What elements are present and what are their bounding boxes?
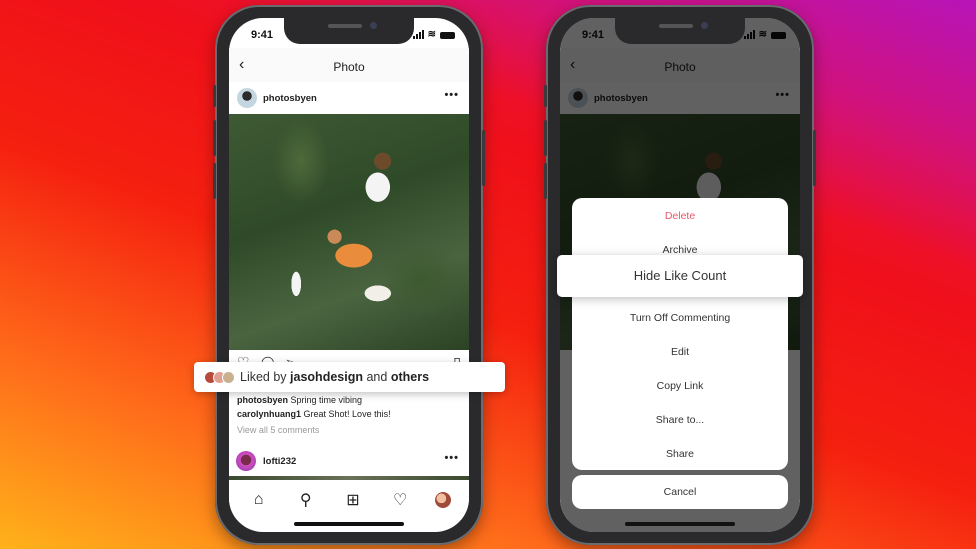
edit-option[interactable]: Edit	[572, 346, 788, 358]
nav-bar: ‹ Photo	[229, 48, 469, 82]
mute-switch	[544, 85, 547, 107]
share-to-option[interactable]: Share to...	[572, 414, 788, 426]
author-username[interactable]: photosbyen	[263, 93, 317, 104]
share-option[interactable]: Share	[572, 448, 788, 460]
activity-heart-icon[interactable]: ♡	[388, 490, 412, 510]
notch	[284, 18, 414, 44]
comment: carolynhuang1 Great Shot! Love this!	[237, 409, 391, 419]
delete-option[interactable]: Delete	[572, 210, 788, 222]
screen: 9:41 ≋ ‹ Photo photosbyen ••• ♡ ◯ ➢ ▯ ph…	[229, 18, 469, 532]
status-time: 9:41	[251, 29, 274, 41]
post-header: photosbyen •••	[229, 82, 469, 114]
liked-by-prefix: Liked by	[240, 370, 287, 384]
volume-up-button	[213, 120, 216, 156]
post-photo[interactable]	[229, 114, 469, 350]
copy-link-option[interactable]: Copy Link	[572, 380, 788, 392]
liked-by-avatars	[204, 370, 235, 384]
phone-left: 9:41 ≋ ‹ Photo photosbyen ••• ♡ ◯ ➢ ▯ ph…	[213, 5, 485, 545]
page-title: Photo	[333, 60, 365, 74]
next-post-header: lofti232 •••	[229, 446, 469, 476]
next-post-username[interactable]: lofti232	[263, 456, 296, 467]
battery-icon	[440, 32, 455, 39]
more-icon[interactable]: •••	[444, 89, 459, 101]
home-indicator	[294, 522, 404, 526]
home-icon[interactable]: ⌂	[247, 491, 271, 509]
more-icon[interactable]: •••	[444, 452, 459, 464]
author-avatar[interactable]	[237, 88, 257, 108]
liked-by-middle: and	[366, 370, 388, 384]
liked-by-callout: Liked by jasohdesign and others	[194, 362, 505, 392]
wifi-icon: ≋	[427, 29, 436, 40]
view-all-comments-link[interactable]: View all 5 comments	[237, 425, 319, 435]
power-button	[813, 130, 816, 186]
profile-avatar[interactable]	[435, 492, 452, 508]
search-icon[interactable]: ⚲	[294, 490, 318, 510]
volume-down-button	[213, 163, 216, 199]
cancel-button[interactable]: Cancel	[572, 475, 788, 509]
caption-text: Spring time vibing	[290, 395, 363, 405]
hide-like-count-option[interactable]: Hide Like Count	[557, 255, 803, 297]
add-post-icon[interactable]: ⊞	[341, 490, 365, 510]
volume-down-button	[544, 163, 547, 199]
caption: photosbyen Spring time vibing	[237, 395, 362, 405]
signal-icon	[412, 30, 424, 39]
notch	[615, 18, 745, 44]
caption-user[interactable]: photosbyen	[237, 395, 288, 405]
home-indicator	[625, 522, 735, 526]
liked-by-user[interactable]: jasohdesign	[290, 370, 363, 384]
next-post-avatar[interactable]	[236, 451, 256, 471]
liked-by-others[interactable]: others	[391, 370, 429, 384]
volume-up-button	[544, 120, 547, 156]
mute-switch	[213, 85, 216, 107]
turn-off-commenting-option[interactable]: Turn Off Commenting	[572, 312, 788, 324]
options-sheet: Delete Archive Turn Off Commenting Edit …	[572, 198, 788, 470]
comment-user[interactable]: carolynhuang1	[237, 409, 301, 419]
power-button	[482, 130, 485, 186]
tab-bar: ⌂ ⚲ ⊞ ♡	[229, 480, 469, 520]
comment-text: Great Shot! Love this!	[303, 409, 391, 419]
